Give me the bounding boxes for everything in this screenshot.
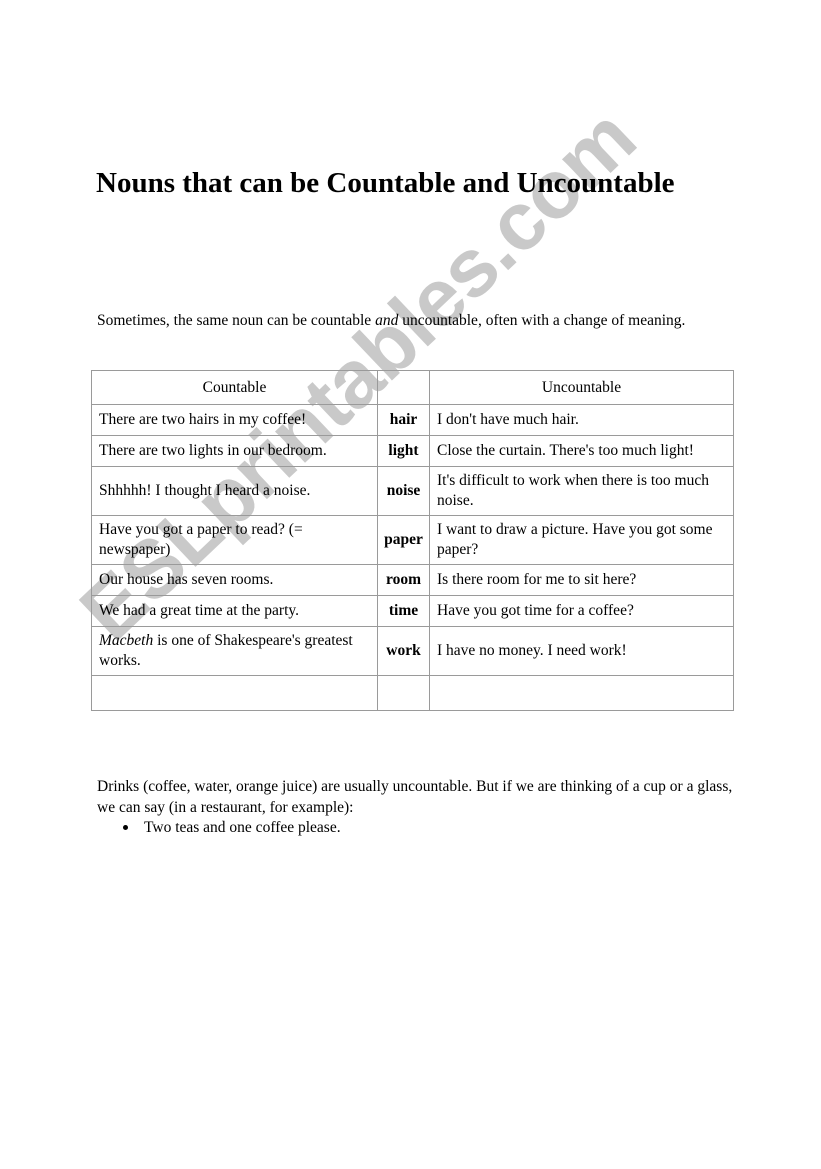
table-row: There are two lights in our bedroom. lig… (91, 435, 734, 467)
list-item-label: Two teas and one coffee please. (144, 819, 341, 836)
cell-countable: There are two lights in our bedroom. (91, 435, 378, 467)
worksheet-page: Nouns that can be Countable and Uncounta… (0, 0, 821, 1169)
cell-noun: paper (377, 515, 430, 565)
table-row: There are two hairs in my coffee! hair I… (91, 404, 734, 436)
cell-noun (377, 675, 430, 711)
cell-countable: Our house has seven rooms. (91, 564, 378, 596)
intro-italic-and: and (375, 311, 399, 329)
table-header: Countable Uncountable (91, 370, 734, 405)
table-row-blank (91, 675, 734, 711)
page-title: Nouns that can be Countable and Uncounta… (96, 167, 675, 200)
cell-uncountable: It's difficult to work when there is too… (429, 466, 734, 516)
cell-noun: light (377, 435, 430, 467)
intro-text-part-1: Sometimes, the same noun can be countabl… (97, 311, 376, 329)
cell-noun: hair (377, 404, 430, 436)
intro-paragraph: Sometimes, the same noun can be countabl… (97, 311, 742, 331)
cell-uncountable: Close the curtain. There's too much ligh… (429, 435, 734, 467)
cell-countable: We had a great time at the party. (91, 595, 378, 627)
bullet-icon (123, 825, 128, 830)
table-row: Our house has seven rooms. room Is there… (91, 564, 734, 596)
cell-uncountable: I want to draw a picture. Have you got s… (429, 515, 734, 565)
cell-noun: room (377, 564, 430, 596)
cell-noun: noise (377, 466, 430, 516)
cell-countable-title: Macbeth (99, 632, 154, 649)
cell-countable: Shhhhh! I thought I heard a noise. (91, 466, 378, 516)
cell-uncountable: I have no money. I need work! (429, 626, 734, 676)
table-row: Have you got a paper to read? (= newspap… (91, 515, 734, 565)
list-item: Two teas and one coffee please. (97, 817, 697, 838)
cell-uncountable: Have you got time for a coffee? (429, 595, 734, 627)
column-header-countable: Countable (91, 370, 378, 405)
cell-uncountable: Is there room for me to sit here? (429, 564, 734, 596)
cell-noun: time (377, 595, 430, 627)
table-body: There are two hairs in my coffee! hair I… (91, 404, 734, 711)
column-header-uncountable: Uncountable (429, 370, 734, 405)
countable-uncountable-table: Countable Uncountable There are two hair… (91, 370, 734, 711)
cell-countable: Have you got a paper to read? (= newspap… (91, 515, 378, 565)
table-row: Shhhhh! I thought I heard a noise. noise… (91, 466, 734, 516)
cell-uncountable: I don't have much hair. (429, 404, 734, 436)
table-row: We had a great time at the party. time H… (91, 595, 734, 627)
intro-text-part-2: uncountable, often with a change of mean… (398, 311, 686, 329)
cell-noun: work (377, 626, 430, 676)
cell-countable: Macbeth is one of Shakespeare's greatest… (91, 626, 378, 676)
cell-countable (91, 675, 378, 711)
examples-list: Two teas and one coffee please. (97, 817, 697, 838)
table-row: Macbeth is one of Shakespeare's greatest… (91, 626, 734, 676)
column-header-noun (377, 370, 430, 405)
cell-uncountable (429, 675, 734, 711)
drinks-paragraph: Drinks (coffee, water, orange juice) are… (97, 777, 733, 816)
table-header-row: Countable Uncountable (91, 370, 734, 405)
cell-countable: There are two hairs in my coffee! (91, 404, 378, 436)
